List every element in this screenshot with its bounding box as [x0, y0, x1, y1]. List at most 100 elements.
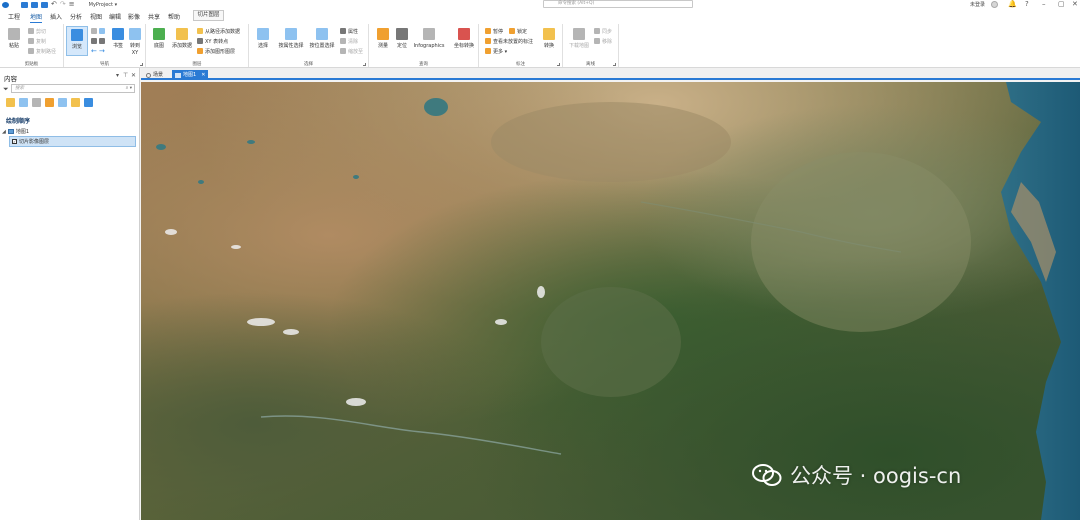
layer-group-label: 图层 — [192, 62, 202, 67]
view-unplaced-button[interactable]: 查看未放置的标注 — [485, 37, 533, 45]
coordinate-conversion-button[interactable]: 坐标转换 — [451, 26, 477, 56]
tab-insert[interactable]: 插入 — [50, 12, 62, 21]
table-select-icon — [285, 28, 297, 40]
cut-button[interactable]: 剪切 — [28, 27, 46, 35]
cut-icon — [28, 28, 34, 34]
tab-scene[interactable]: 场景 — [143, 70, 166, 80]
xy-table-to-point-button[interactable]: XY 表转点 — [197, 37, 228, 45]
map-view[interactable] — [141, 82, 1080, 520]
tab-project[interactable]: 工程 — [8, 12, 20, 21]
new-project-icon[interactable] — [21, 1, 28, 8]
list-by-snapping-icon[interactable] — [58, 98, 67, 107]
save-project-icon[interactable] — [41, 1, 48, 8]
zoom-to-selection-button[interactable]: 缩放至 — [340, 47, 363, 55]
list-by-editing-icon[interactable] — [45, 98, 54, 107]
basemap-button[interactable]: 底图 — [148, 26, 170, 56]
restore-icon[interactable]: ▢ — [1058, 0, 1065, 9]
contents-search-input[interactable]: 搜索 ⌕ ▾ — [11, 83, 135, 93]
add-from-path-icon — [197, 28, 203, 34]
selection-launcher-icon[interactable] — [363, 63, 366, 66]
tab-view[interactable]: 视图 — [90, 12, 102, 21]
map-node[interactable]: ◢ 地图1 — [2, 128, 29, 136]
tab-analysis[interactable]: 分析 — [70, 12, 82, 21]
attributes-button[interactable]: 属性 — [340, 27, 358, 35]
labeling-more-button[interactable]: 更多 ▾ — [485, 47, 507, 55]
clear-selection-button[interactable]: 清除 — [340, 37, 358, 45]
close-tab-icon[interactable]: ✕ — [201, 71, 205, 80]
add-graphics-layer-button[interactable]: 添加图形图层 — [197, 47, 235, 55]
sync-button[interactable]: 同步 — [594, 27, 612, 35]
tab-map[interactable]: 地图 — [30, 12, 43, 23]
locate-button[interactable]: 定位 — [391, 26, 413, 56]
add-data-button[interactable]: 添加数据 — [171, 26, 193, 56]
arrow-right-icon: → — [99, 47, 105, 55]
tab-imagery[interactable]: 影像 — [128, 12, 140, 21]
remove-offline-button[interactable]: 移除 — [594, 37, 612, 45]
fixed-zoom-out-button[interactable] — [99, 37, 107, 45]
search-options-icon[interactable]: ⌕ ▾ — [126, 85, 132, 92]
list-by-labeling-icon[interactable] — [71, 98, 80, 107]
tab-help[interactable]: 帮助 — [168, 12, 180, 21]
command-search-input[interactable]: 命令搜索 (Alt+Q) — [543, 0, 693, 8]
offline-group-label: 离线 — [586, 62, 595, 67]
filter-icon[interactable]: ⏷ — [3, 85, 9, 94]
tab-edit[interactable]: 编辑 — [109, 12, 121, 21]
offline-launcher-icon[interactable] — [613, 63, 616, 66]
project-name[interactable]: MyProject ▾ — [89, 2, 117, 8]
list-by-drawing-order-icon[interactable] — [6, 98, 15, 107]
undo-icon[interactable]: ↶ — [51, 1, 57, 8]
navigate-group-label: 导航 — [100, 62, 109, 67]
map-icon — [7, 129, 14, 134]
help-icon[interactable]: ? — [1025, 0, 1029, 9]
collapse-icon[interactable]: ◢ — [2, 129, 6, 135]
close-pane-icon[interactable]: ✕ — [131, 72, 136, 79]
sync-icon — [594, 28, 600, 34]
copy-path-icon — [28, 48, 34, 54]
sign-in-label[interactable]: 未登录 — [970, 1, 985, 8]
select-by-attributes-button[interactable]: 按属性选择 — [277, 26, 305, 56]
goto-xy-button[interactable]: 转到 XY — [125, 26, 145, 56]
tab-map1[interactable]: 地图1 ✕ — [172, 70, 209, 80]
next-extent-button[interactable]: → — [99, 47, 105, 55]
list-by-source-icon[interactable] — [19, 98, 28, 107]
copy-button[interactable]: 复制 — [28, 37, 46, 45]
layer-visibility-checkbox[interactable]: ✓ — [12, 139, 17, 144]
pause-labeling-button[interactable]: 暂停 — [485, 27, 503, 35]
download-map-button[interactable]: 下载地图 — [566, 26, 592, 56]
paste-button[interactable]: 粘贴 — [3, 26, 25, 56]
avatar[interactable] — [991, 0, 998, 8]
watermark-text: 公众号 · oogis-cn — [790, 464, 962, 488]
open-project-icon[interactable] — [31, 1, 38, 8]
tab-tile-layer[interactable]: 切片图层 — [193, 10, 224, 21]
pane-options-icon[interactable]: ▾ — [116, 72, 119, 79]
contents-pane: 内容 ▾ ⊤ ✕ ⏷ 搜索 ⌕ ▾ 绘制顺序 ◢ 地图1 ✓ 切片影像图层 — [0, 68, 140, 520]
previous-extent-button[interactable]: ← — [91, 47, 97, 55]
select-cursor-icon — [257, 28, 269, 40]
tab-share[interactable]: 共享 — [148, 12, 160, 21]
list-by-selection-icon[interactable] — [32, 98, 41, 107]
fixed-zoom-in-button[interactable] — [91, 37, 99, 45]
add-data-from-path-button[interactable]: 从路径添加数据 — [197, 27, 240, 35]
layer-row-tile-imagery[interactable]: ✓ 切片影像图层 — [9, 136, 136, 147]
labeling-launcher-icon[interactable] — [557, 63, 560, 66]
convert-labels-button[interactable]: 转换 — [538, 26, 560, 56]
redo-icon[interactable]: ↷ — [60, 1, 66, 8]
notification-icon[interactable]: 🔔 — [1008, 0, 1017, 9]
select-by-location-button[interactable]: 按位置选择 — [308, 26, 336, 56]
select-button[interactable]: 选择 — [252, 26, 274, 56]
full-extent-button[interactable] — [91, 27, 99, 35]
zoom-layer-button[interactable] — [99, 27, 107, 35]
copy-path-button[interactable]: 复制路径 — [28, 47, 56, 55]
infographics-button[interactable]: Infographics — [413, 26, 445, 56]
navigate-launcher-icon[interactable] — [140, 63, 143, 66]
list-by-perspective-icon[interactable] — [84, 98, 93, 107]
customize-toolbar-icon[interactable]: ≡ — [69, 1, 75, 8]
selection-group: 选择 按属性选择 按位置选择 属性 清除 缩放至 选择 — [249, 24, 369, 67]
explore-button[interactable]: 浏览 — [66, 26, 88, 56]
convert-icon — [543, 28, 555, 40]
lock-labels-button[interactable]: 锁定 — [509, 27, 527, 35]
globe-icon — [91, 28, 97, 34]
close-window-icon[interactable]: ✕ — [1072, 0, 1078, 9]
minimize-icon[interactable]: – — [1042, 0, 1046, 9]
pin-pane-icon[interactable]: ⊤ — [123, 72, 128, 79]
